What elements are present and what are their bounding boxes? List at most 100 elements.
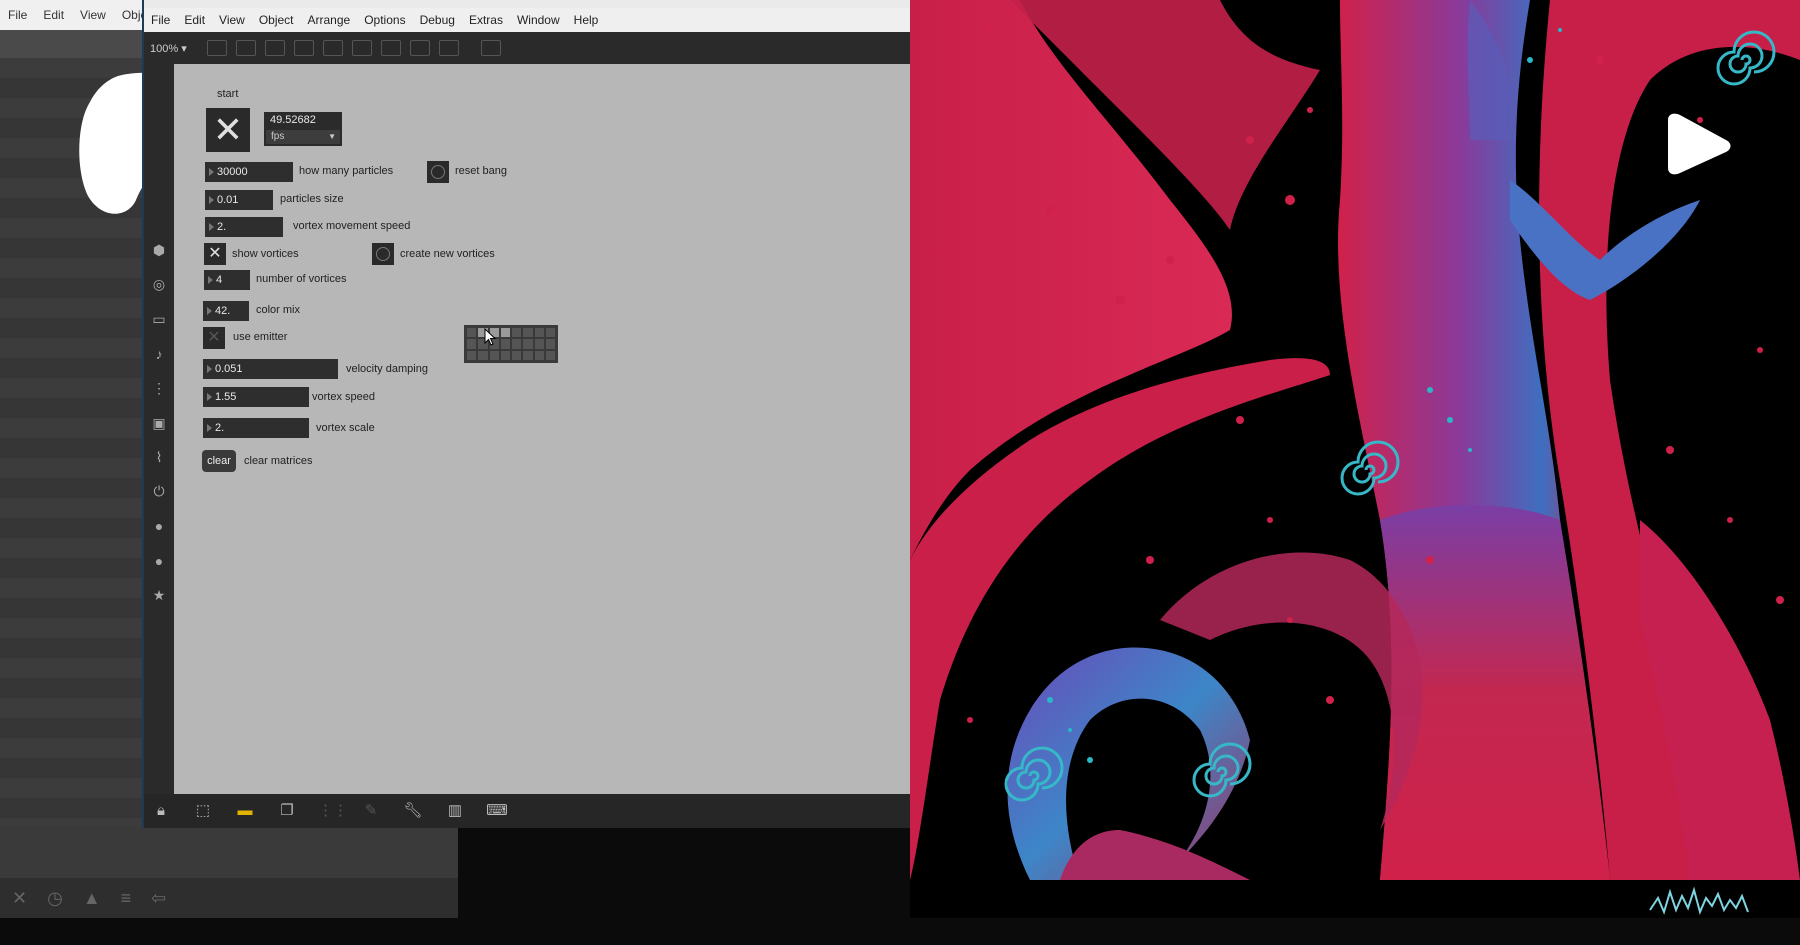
bg-menu-file[interactable]: File xyxy=(0,8,35,22)
matrix-cell[interactable] xyxy=(467,339,477,349)
patcher-sidebar: ⬢ ◎ ▭ ♪ ⋮ ▣ ⌇ ⏻ ● ● ★ xyxy=(144,64,174,794)
matrix-cell[interactable] xyxy=(523,339,533,349)
background-menubar: File Edit View Object xyxy=(0,0,157,30)
menu-extras[interactable]: Extras xyxy=(462,13,510,27)
menu-window[interactable]: Window xyxy=(510,13,567,27)
color-mix-number[interactable]: 42. xyxy=(203,301,249,321)
matrix-cell[interactable] xyxy=(478,350,488,360)
bg-menu-view[interactable]: View xyxy=(72,8,114,22)
menu-edit[interactable]: Edit xyxy=(177,13,212,27)
patcher-bottom-toolbar: 🔒︎ ⬚ ▬ ❐ ⋮⋮ ✎ 🔧︎ ▥ ⌨ xyxy=(144,794,910,828)
matrix-cell[interactable] xyxy=(500,350,510,360)
matrix-cell[interactable] xyxy=(500,328,510,338)
menu-arrange[interactable]: Arrange xyxy=(301,13,358,27)
matrix-cell[interactable] xyxy=(523,328,533,338)
matrix-cell[interactable] xyxy=(534,350,544,360)
use-emitter-toggle[interactable]: ✕ xyxy=(203,327,225,349)
menu-debug[interactable]: Debug xyxy=(413,13,462,27)
back-arrow-icon[interactable]: ⇦ xyxy=(151,888,166,909)
patcher-title-bar xyxy=(144,0,910,8)
toolbar-toggle-icon[interactable] xyxy=(323,40,343,56)
matrix-cell[interactable] xyxy=(512,328,522,338)
velocity-damping-label: velocity damping xyxy=(346,363,428,375)
patcher-menubar: File Edit View Object Arrange Options De… xyxy=(144,8,910,32)
toolbar-button-icon[interactable] xyxy=(294,40,314,56)
matrix-cell[interactable] xyxy=(534,328,544,338)
matrix-control[interactable] xyxy=(464,325,558,363)
matrix-cell[interactable] xyxy=(523,350,533,360)
grid-icon[interactable]: ⋮⋮ xyxy=(318,800,348,822)
fps-unit-dropdown[interactable]: fps ▼ xyxy=(266,130,340,144)
menu-object[interactable]: Object xyxy=(252,13,301,27)
matrix-cell[interactable] xyxy=(467,350,477,360)
wrench-icon[interactable]: 🔧︎ xyxy=(402,800,424,822)
matrix-cell[interactable] xyxy=(489,350,499,360)
show-vortices-toggle[interactable]: ✕ xyxy=(204,243,226,265)
keyboard-icon[interactable]: ⌨ xyxy=(486,800,508,822)
vortex-speed-label: vortex speed xyxy=(312,391,375,403)
background-footer: ✕ ◷ ▲ ≡ ⇦ xyxy=(0,878,458,918)
menu-file[interactable]: File xyxy=(144,13,177,27)
toolbar-message-icon[interactable] xyxy=(236,40,256,56)
start-label: start xyxy=(217,88,239,100)
layers-icon[interactable]: ❐ xyxy=(276,800,298,822)
menu-view[interactable]: View xyxy=(212,13,252,27)
vortex-scale-number[interactable]: 2. xyxy=(203,418,309,438)
vortex-movement-label: vortex movement speed xyxy=(293,220,411,232)
toolbar-dial-icon[interactable] xyxy=(410,40,430,56)
list-icon[interactable]: ≡ xyxy=(121,888,132,909)
play-button-icon[interactable] xyxy=(1660,112,1732,176)
particles-size-label: particles size xyxy=(280,193,344,205)
bg-menu-edit[interactable]: Edit xyxy=(35,8,72,22)
use-emitter-label: use emitter xyxy=(233,331,288,343)
music-note-icon[interactable]: ♪ xyxy=(151,346,167,362)
presentation-icon[interactable]: ▬ xyxy=(234,800,256,822)
matrix-cell[interactable] xyxy=(467,328,477,338)
vortex-speed-number[interactable]: 1.55 xyxy=(203,387,309,407)
toolbar-number-icon[interactable] xyxy=(352,40,372,56)
matrix-cell[interactable] xyxy=(512,350,522,360)
sequence-icon[interactable]: ⋮ xyxy=(151,380,167,396)
snap-icon[interactable]: ✎ xyxy=(360,800,382,822)
start-toggle[interactable]: ✕ xyxy=(206,108,250,152)
circle-icon[interactable]: ● xyxy=(151,553,167,569)
velocity-damping-number[interactable]: 0.051 xyxy=(203,359,338,379)
target-icon[interactable]: ◎ xyxy=(151,276,167,292)
matrix-cell[interactable] xyxy=(534,339,544,349)
menu-help[interactable]: Help xyxy=(567,13,606,27)
select-icon[interactable]: ⬚ xyxy=(192,800,214,822)
image-icon[interactable]: ▣ xyxy=(151,415,167,431)
create-vortices-bang[interactable] xyxy=(372,243,394,265)
clear-button[interactable]: clear xyxy=(202,450,236,472)
warning-icon[interactable]: ▲ xyxy=(83,888,101,909)
reset-bang-button[interactable] xyxy=(427,161,449,183)
particles-count-number[interactable]: 30000 xyxy=(205,162,293,182)
matrix-cell[interactable] xyxy=(512,339,522,349)
toolbar-add-icon[interactable] xyxy=(439,40,459,56)
close-icon[interactable]: ✕ xyxy=(12,888,27,909)
vortex-scale-label: vortex scale xyxy=(316,422,375,434)
toolbar-object-icon[interactable] xyxy=(207,40,227,56)
lock-icon[interactable]: 🔒︎ xyxy=(150,800,172,822)
num-vortices-number[interactable]: 4 xyxy=(204,270,250,290)
package-icon[interactable]: ● xyxy=(151,518,167,534)
plugin-icon[interactable]: ⏻ xyxy=(151,483,167,499)
matrix-cell[interactable] xyxy=(545,328,555,338)
cube-icon[interactable]: ⬢ xyxy=(151,242,167,258)
paperclip-icon[interactable]: ⌇ xyxy=(151,449,167,465)
toolbar-slider-icon[interactable] xyxy=(381,40,401,56)
toolbar-comment-icon[interactable] xyxy=(265,40,285,56)
vortex-movement-number[interactable]: 2. xyxy=(205,217,283,237)
matrix-cell[interactable] xyxy=(500,339,510,349)
zoom-dropdown[interactable]: 100% ▾ xyxy=(150,42,198,55)
menu-options[interactable]: Options xyxy=(357,13,412,27)
fps-display: 49.52682 fps ▼ xyxy=(264,112,342,146)
clock-icon[interactable]: ◷ xyxy=(47,888,63,909)
piano-icon[interactable]: ▥ xyxy=(444,800,466,822)
matrix-cell[interactable] xyxy=(545,350,555,360)
toolbar-share-icon[interactable] xyxy=(481,40,501,56)
panel-icon[interactable]: ▭ xyxy=(151,311,167,327)
matrix-cell[interactable] xyxy=(545,339,555,349)
particles-size-number[interactable]: 0.01 xyxy=(205,190,273,210)
star-icon[interactable]: ★ xyxy=(151,587,167,603)
